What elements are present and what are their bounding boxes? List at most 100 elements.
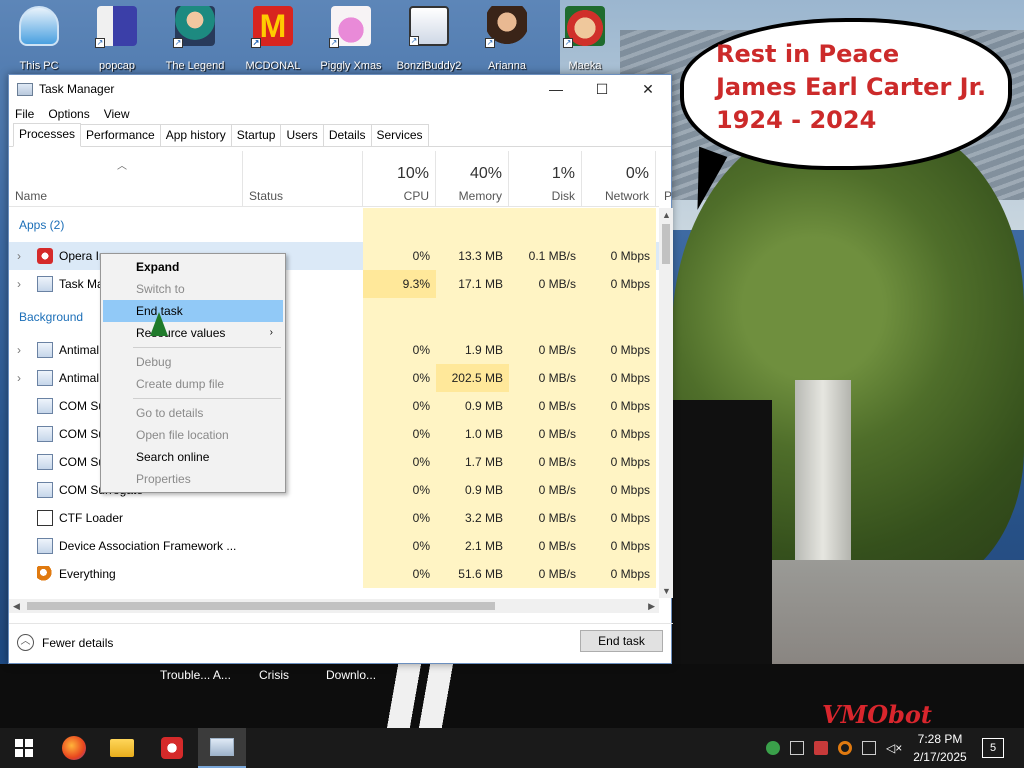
desktop-icon-this-pc[interactable]: This PC	[2, 4, 76, 74]
desktop-icon-piggly-xmas[interactable]: ↗ Piggly Xmas	[314, 4, 388, 74]
context-menu: Expand Switch to End task Resource value…	[100, 253, 286, 493]
tab-processes[interactable]: Processes	[13, 123, 82, 147]
folder-icon	[110, 739, 134, 757]
tab-startup[interactable]: Startup	[230, 124, 282, 146]
process-window-icon	[37, 482, 53, 498]
table-row[interactable]: CTF Loader 0% 3.2 MB 0 MB/s 0 Mbps	[9, 504, 659, 532]
desktop-icon-maeka[interactable]: ↗ Maeka	[548, 4, 622, 74]
desktop-icon-arianna[interactable]: ↗ Arianna	[470, 4, 544, 74]
opera-icon	[37, 248, 53, 264]
column-header-disk[interactable]: 1% Disk	[509, 151, 582, 207]
opera-icon	[161, 737, 183, 759]
taskbar-file-explorer[interactable]	[98, 728, 146, 768]
tree-cursor-icon	[150, 312, 168, 336]
taskbar-task-manager[interactable]	[198, 728, 246, 768]
submenu-arrow-icon: ›	[269, 327, 273, 338]
column-header-memory[interactable]: 40% Memory	[436, 151, 509, 207]
desktop-icon-bonzibuddy[interactable]: ↗ BonziBuddy2	[392, 4, 466, 74]
watermark: VMObot	[822, 700, 932, 729]
minimize-button[interactable]: —	[533, 75, 579, 103]
tab-app-history[interactable]: App history	[159, 124, 232, 146]
popcap-icon: ↗	[95, 6, 137, 48]
horizontal-scroll-thumb[interactable]	[27, 602, 495, 610]
security-icon[interactable]	[814, 741, 828, 755]
vertical-scroll-thumb[interactable]	[662, 224, 670, 264]
legend-character-icon: ↗	[173, 6, 215, 48]
taskbar-firefox[interactable]	[50, 728, 98, 768]
tab-users[interactable]: Users	[280, 124, 324, 146]
magnifier-icon	[37, 566, 53, 582]
tab-strip: Processes Performance App history Startu…	[9, 123, 671, 147]
chevron-right-icon[interactable]: ›	[17, 242, 21, 270]
task-manager-icon	[210, 738, 234, 756]
start-button[interactable]	[0, 728, 48, 768]
column-header-name[interactable]: Name	[9, 151, 243, 207]
close-button[interactable]: ✕	[625, 75, 671, 103]
horizontal-scrollbar[interactable]: ◀ ▶	[9, 599, 659, 613]
menu-options[interactable]: Options	[48, 107, 89, 121]
table-row[interactable]: Everything 0% 51.6 MB 0 MB/s 0 Mbps	[9, 560, 659, 588]
fewer-details-button[interactable]: ︿ Fewer details	[17, 634, 113, 651]
computer-icon	[19, 6, 59, 46]
maximize-button[interactable]: ☐	[579, 75, 625, 103]
scroll-left-icon[interactable]: ◀	[13, 601, 20, 612]
wallpaper-white-strip	[380, 664, 460, 728]
group-header-apps: Apps (2)	[9, 208, 659, 242]
chevron-right-icon[interactable]: ›	[17, 364, 21, 392]
memorial-speech-bubble: Rest in Peace James Earl Carter Jr. 1924…	[680, 18, 1012, 170]
scroll-down-icon[interactable]: ▼	[662, 586, 671, 596]
process-window-icon	[37, 538, 53, 554]
menu-item-create-dump-file: Create dump file	[136, 377, 225, 391]
table-row[interactable]: Device Association Framework ... 0% 2.1 …	[9, 532, 659, 560]
scroll-right-icon[interactable]: ▶	[648, 601, 655, 612]
vertical-scrollbar[interactable]: ▲ ▼	[659, 208, 673, 598]
maeka-character-icon: ↗	[563, 6, 605, 48]
chevron-up-circle-icon: ︿	[17, 634, 34, 651]
taskbar-clock[interactable]: 7:28 PM 2/17/2025	[908, 730, 972, 766]
tab-performance[interactable]: Performance	[80, 124, 161, 146]
menu-item-go-to-details: Go to details	[136, 406, 204, 420]
task-manager-process-icon	[37, 276, 53, 292]
speaker-muted-icon[interactable]: ◁×	[886, 741, 902, 755]
search-everything-icon[interactable]	[838, 741, 852, 755]
notification-center-button[interactable]: 5	[982, 738, 1004, 758]
desktop-icon-popcap[interactable]: ↗ popcap	[80, 4, 154, 74]
menu-view[interactable]: View	[104, 107, 130, 121]
wallpaper-pillar	[795, 380, 851, 560]
edge-icon[interactable]	[766, 741, 780, 755]
process-window-icon	[37, 426, 53, 442]
task-manager-icon	[17, 82, 33, 96]
menu-item-open-file-location: Open file location	[136, 428, 229, 442]
column-header-network[interactable]: 0% Network	[582, 151, 656, 207]
process-window-icon	[37, 398, 53, 414]
column-header-row: ︿ Name Status 10% CPU 40% Memory 1% Disk…	[9, 151, 672, 207]
system-tray: ◁×	[766, 728, 910, 768]
column-header-cpu[interactable]: 10% CPU	[363, 151, 436, 207]
chevron-right-icon[interactable]: ›	[17, 270, 21, 298]
windows-logo-icon	[15, 739, 33, 757]
menu-item-expand[interactable]: Expand	[103, 256, 283, 278]
scroll-up-icon[interactable]: ▲	[662, 210, 671, 220]
window-app-icon: ↗	[409, 6, 449, 46]
tab-details[interactable]: Details	[322, 124, 372, 146]
menu-item-resource-values[interactable]: Resource values ›	[103, 322, 283, 344]
desktop-icon-the-legend[interactable]: ↗ The Legend	[158, 4, 232, 74]
desktop-icon-mcdonalds[interactable]: M ↗ MCDONAL	[236, 4, 310, 74]
end-task-button[interactable]: End task	[580, 630, 663, 652]
pig-icon: ↗	[329, 6, 371, 48]
tab-services[interactable]: Services	[370, 124, 429, 146]
menu-file[interactable]: File	[15, 107, 34, 121]
menu-item-properties: Properties	[136, 472, 191, 486]
process-window-icon	[37, 454, 53, 470]
menu-item-search-online[interactable]: Search online	[103, 446, 283, 468]
menu-item-end-task[interactable]: End task	[103, 300, 283, 322]
chevron-right-icon[interactable]: ›	[17, 336, 21, 364]
network-icon[interactable]	[862, 741, 876, 755]
tablet-icon[interactable]	[790, 741, 804, 755]
column-header-status[interactable]: Status	[243, 151, 363, 207]
column-header-power[interactable]: P	[656, 151, 672, 207]
process-window-icon	[37, 342, 53, 358]
title-bar[interactable]: Task Manager — ☐ ✕	[9, 75, 671, 103]
taskbar-opera[interactable]	[148, 728, 196, 768]
mcdonalds-logo-icon: M ↗	[251, 6, 293, 48]
